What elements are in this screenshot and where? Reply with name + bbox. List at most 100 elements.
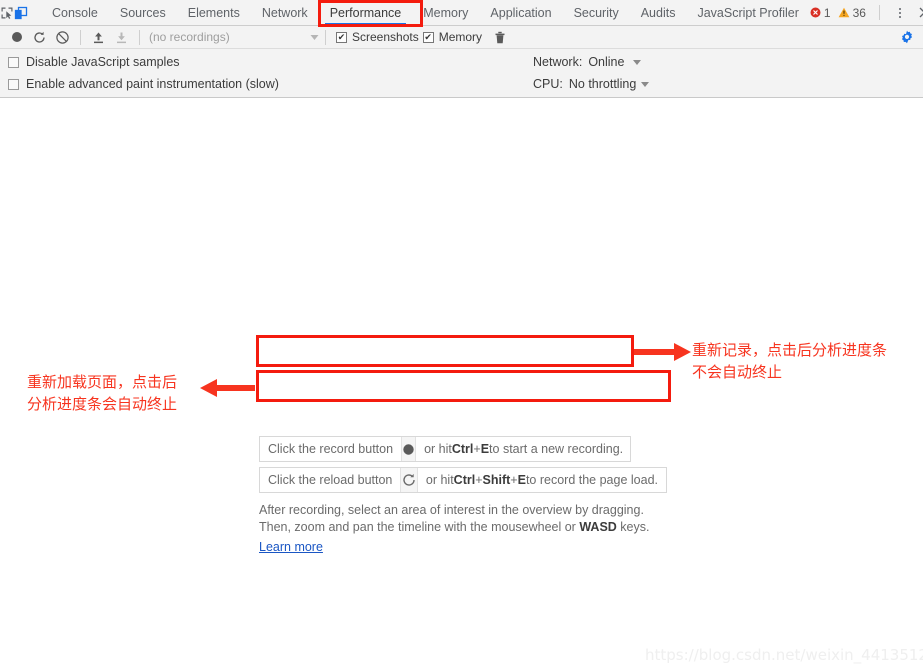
cpu-label: CPU: <box>533 77 563 91</box>
warning-triangle-icon <box>838 7 850 18</box>
tab-label: Performance <box>329 5 402 20</box>
tab-memory[interactable]: Memory <box>412 0 479 25</box>
recordings-dropdown[interactable]: (no recordings) <box>146 27 319 47</box>
watermark-text: https://blog.csdn.net/weixin_44135121 <box>645 646 923 664</box>
performance-landing-panel: Click the record button or hit Ctrl + E … <box>0 98 923 664</box>
suffix-pre: or hit <box>424 442 452 456</box>
tab-label: Security <box>573 5 619 20</box>
key-e: E <box>517 473 526 487</box>
check-icon: ✔ <box>337 31 346 42</box>
checkbox-box: ✔ <box>422 31 434 43</box>
warning-badge[interactable]: 36 <box>838 6 866 20</box>
device-toolbar-icon[interactable] <box>14 0 29 25</box>
annotation-note-right-line-2: 不会自动终止 <box>692 363 783 381</box>
record-instruction-suffix: or hit Ctrl + E to start a new recording… <box>416 437 631 461</box>
tab-label: JavaScript Profiler <box>697 5 799 20</box>
record-instruction-prefix: Click the record button <box>268 442 394 456</box>
plus-sep: + <box>475 473 483 487</box>
tab-console[interactable]: Console <box>41 0 109 25</box>
save-profile-button[interactable] <box>110 27 133 48</box>
reload-instruction-prefix: Click the reload button <box>268 473 393 487</box>
key-ctrl: Ctrl <box>453 473 476 487</box>
tab-label: Elements <box>187 5 240 20</box>
checkbox-box <box>8 56 19 68</box>
annotation-note-left-line-1: 重新加载页面，点击后 <box>27 373 178 391</box>
landing-instructions: Click the record button or hit Ctrl + E … <box>259 436 679 556</box>
gear-icon[interactable] <box>895 27 918 48</box>
tab-security[interactable]: Security <box>563 0 630 25</box>
chevron-down-icon <box>633 59 642 65</box>
after-line-1: After recording, select an area of inter… <box>259 503 644 517</box>
warning-count: 36 <box>852 5 866 20</box>
load-profile-button[interactable] <box>87 27 110 48</box>
disable-js-samples-checkbox[interactable]: Disable JavaScript samples <box>8 55 180 69</box>
after-line-2: Then, zoom and pan the timeline with the… <box>259 519 674 536</box>
error-count: 1 <box>823 5 831 20</box>
check-icon: ✔ <box>424 31 432 42</box>
close-icon[interactable] <box>914 2 923 24</box>
disable-js-samples-label: Disable JavaScript samples <box>26 55 180 69</box>
network-label: Network: <box>533 55 583 69</box>
plus-sep: + <box>510 473 518 487</box>
network-value: Online <box>588 55 625 69</box>
plus-sep: + <box>473 442 481 456</box>
key-e: E <box>480 442 490 456</box>
screenshots-checkbox[interactable]: ✔ Screenshots <box>336 30 419 44</box>
tab-label: Network <box>261 5 308 20</box>
network-throttling-select[interactable]: Network: Online <box>533 55 642 69</box>
toolbar-divider <box>325 29 326 45</box>
devtools-tab-bar: Console Sources Elements Network Perform… <box>0 0 923 26</box>
checkbox-box <box>8 78 19 90</box>
collect-garbage-icon[interactable] <box>488 27 511 48</box>
memory-checkbox[interactable]: ✔ Memory <box>422 30 483 44</box>
recordings-value: (no recordings) <box>149 30 230 44</box>
memory-label: Memory <box>438 30 483 44</box>
record-circle-icon[interactable] <box>401 437 417 461</box>
learn-more-link[interactable]: Learn more <box>259 539 323 556</box>
performance-controls-toolbar: (no recordings) ✔ Screenshots ✔ Memory <box>0 26 923 49</box>
annotation-note-left-line-2: 分析进度条会自动终止 <box>27 395 178 413</box>
checkbox-box: ✔ <box>336 31 347 43</box>
reload-instruction-row: Click the reload button or hit Ctrl + Sh… <box>259 467 667 493</box>
reload-arrow-icon[interactable] <box>400 468 418 492</box>
clear-button[interactable] <box>51 27 74 48</box>
error-badge[interactable]: 1 <box>810 6 831 20</box>
tab-bar-right-controls: 1 36 <box>810 0 923 25</box>
record-button[interactable] <box>5 27 28 48</box>
chevron-down-icon <box>310 30 319 44</box>
reload-and-record-button[interactable] <box>28 27 51 48</box>
tab-label: Audits <box>640 5 676 20</box>
tab-javascript-profiler[interactable]: JavaScript Profiler <box>686 0 809 25</box>
annotation-note-right-line-1: 重新记录，点击后分析进度条 <box>692 341 888 359</box>
annotation-arrow-right <box>634 343 691 361</box>
tab-elements[interactable]: Elements <box>177 0 251 25</box>
toolbar-divider <box>80 29 81 45</box>
after-line-2-pre: Then, zoom and pan the timeline with the… <box>259 520 580 534</box>
tab-sources[interactable]: Sources <box>109 0 177 25</box>
reload-instruction-suffix: or hit Ctrl + Shift + E to record the pa… <box>418 468 666 492</box>
tab-application[interactable]: Application <box>479 0 562 25</box>
key-wasd: WASD <box>579 520 617 534</box>
chevron-down-icon <box>641 81 650 87</box>
toolbar-divider <box>139 29 140 45</box>
inspect-element-icon[interactable] <box>0 0 14 25</box>
suffix-pre: or hit <box>425 473 454 487</box>
key-shift: Shift <box>482 473 511 487</box>
error-circle-icon <box>810 7 821 18</box>
tab-performance[interactable]: Performance <box>319 0 413 25</box>
tab-label: Memory <box>423 5 469 20</box>
suffix-post: to start a new recording. <box>489 442 624 456</box>
tab-audits[interactable]: Audits <box>630 0 687 25</box>
screenshots-label: Screenshots <box>352 30 419 44</box>
annotation-arrow-left <box>200 379 255 397</box>
cpu-throttling-select[interactable]: CPU: No throttling <box>533 77 650 91</box>
suffix-post: to record the page load. <box>525 473 658 487</box>
tab-label: Console <box>52 5 98 20</box>
toolbar-divider <box>878 5 880 20</box>
tab-network[interactable]: Network <box>251 0 319 25</box>
key-ctrl: Ctrl <box>451 442 474 456</box>
after-recording-help-text: After recording, select an area of inter… <box>259 502 674 556</box>
more-options-icon[interactable] <box>889 2 911 24</box>
advanced-paint-checkbox[interactable]: Enable advanced paint instrumentation (s… <box>8 77 279 91</box>
tab-label: Application <box>490 5 552 20</box>
